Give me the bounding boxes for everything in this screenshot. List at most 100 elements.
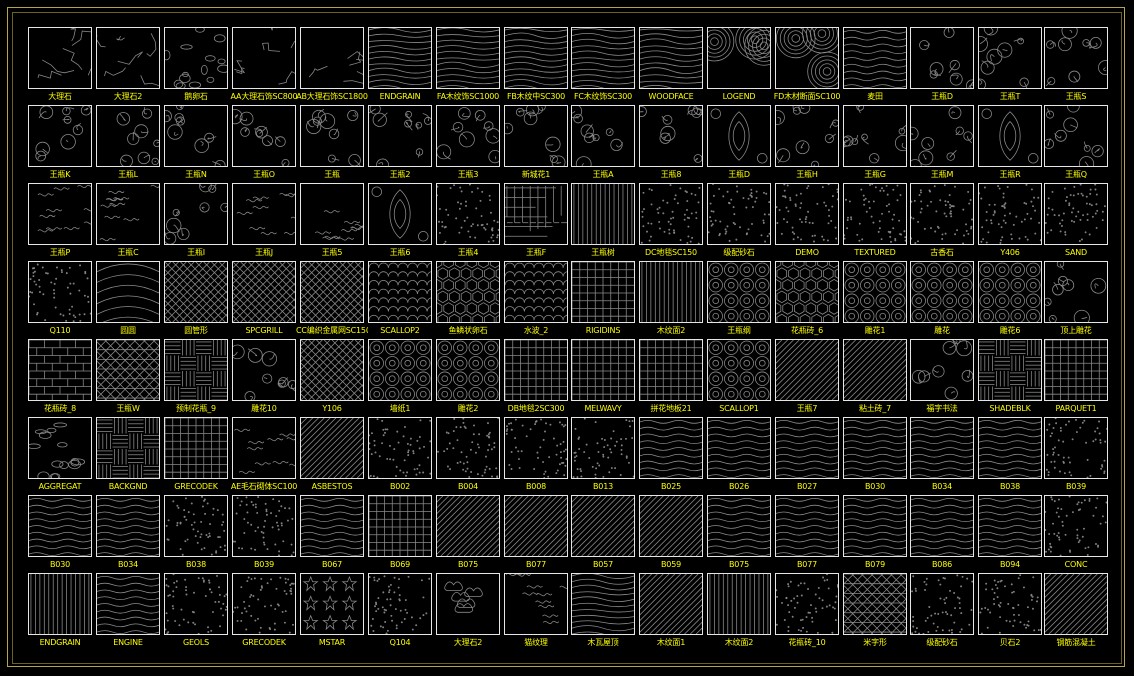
hatch-preview[interactable] [1044, 261, 1108, 323]
hatch-preview[interactable] [775, 27, 839, 89]
hatch-preview[interactable] [1044, 27, 1108, 89]
hatch-tile[interactable]: B034 [909, 417, 975, 493]
hatch-tile[interactable]: 雕花 [909, 261, 975, 337]
hatch-preview[interactable] [96, 573, 160, 635]
hatch-tile[interactable]: B030 [842, 417, 908, 493]
hatch-tile[interactable]: WOODFACE [638, 27, 704, 103]
hatch-preview[interactable] [504, 417, 568, 479]
hatch-preview[interactable] [504, 495, 568, 557]
hatch-preview[interactable] [910, 417, 974, 479]
hatch-preview[interactable] [910, 27, 974, 89]
hatch-tile[interactable]: 王瓶D [706, 105, 772, 181]
hatch-tile[interactable]: 王瓶4 [435, 183, 501, 259]
hatch-preview[interactable] [368, 27, 432, 89]
hatch-preview[interactable] [843, 105, 907, 167]
hatch-preview[interactable] [571, 183, 635, 245]
hatch-tile[interactable]: 花瓶砖_8 [27, 339, 93, 415]
hatch-tile[interactable]: CONC [1043, 495, 1109, 571]
hatch-preview[interactable] [843, 27, 907, 89]
hatch-preview[interactable] [368, 417, 432, 479]
hatch-tile[interactable]: 木纹面1 [638, 573, 704, 649]
hatch-tile[interactable]: 王瓶C [95, 183, 161, 259]
hatch-tile[interactable]: 雕花6 [977, 261, 1043, 337]
hatch-tile[interactable]: MSTAR [299, 573, 365, 649]
hatch-tile[interactable]: 米字形 [842, 573, 908, 649]
hatch-tile[interactable]: CC编织金属网SC150 [296, 261, 368, 337]
hatch-tile[interactable]: FA木纹饰SC1000 [435, 27, 501, 103]
hatch-tile[interactable]: B030 [27, 495, 93, 571]
hatch-preview[interactable] [232, 105, 296, 167]
hatch-tile[interactable]: SPCGRILL [231, 261, 297, 337]
hatch-tile[interactable]: 粘土砖_7 [842, 339, 908, 415]
hatch-preview[interactable] [910, 261, 974, 323]
hatch-preview[interactable] [1044, 183, 1108, 245]
hatch-preview[interactable] [910, 573, 974, 635]
hatch-tile[interactable]: 王瓶T [977, 27, 1043, 103]
hatch-preview[interactable] [639, 261, 703, 323]
hatch-tile[interactable]: 王瓶 [299, 105, 365, 181]
hatch-preview[interactable] [368, 105, 432, 167]
hatch-preview[interactable] [436, 495, 500, 557]
hatch-preview[interactable] [639, 27, 703, 89]
hatch-preview[interactable] [707, 183, 771, 245]
hatch-tile[interactable]: 木纹面2 [706, 573, 772, 649]
hatch-tile[interactable]: 雕花10 [231, 339, 297, 415]
hatch-preview[interactable] [96, 105, 160, 167]
hatch-preview[interactable] [571, 417, 635, 479]
hatch-tile[interactable]: 王瓶D [909, 27, 975, 103]
hatch-tile[interactable]: GRECODEK [231, 573, 297, 649]
hatch-preview[interactable] [707, 261, 771, 323]
hatch-preview[interactable] [232, 27, 296, 89]
hatch-preview[interactable] [232, 261, 296, 323]
hatch-tile[interactable]: 王瓶纲 [706, 261, 772, 337]
hatch-preview[interactable] [300, 417, 364, 479]
hatch-tile[interactable]: B075 [435, 495, 501, 571]
hatch-tile[interactable]: FB木纹中SC300 [503, 27, 569, 103]
hatch-preview[interactable] [707, 417, 771, 479]
hatch-tile[interactable]: B069 [367, 495, 433, 571]
hatch-preview[interactable] [436, 105, 500, 167]
hatch-tile[interactable]: 王瓶7 [774, 339, 840, 415]
hatch-preview[interactable] [639, 573, 703, 635]
hatch-tile[interactable]: 新城花1 [503, 105, 569, 181]
hatch-tile[interactable]: B079 [842, 495, 908, 571]
hatch-tile[interactable]: Q110 [27, 261, 93, 337]
hatch-preview[interactable] [504, 183, 568, 245]
hatch-preview[interactable] [707, 495, 771, 557]
hatch-tile[interactable]: 水波_2 [503, 261, 569, 337]
hatch-preview[interactable] [775, 573, 839, 635]
hatch-tile[interactable]: 雕花2 [435, 339, 501, 415]
hatch-tile[interactable]: 圆圆 [95, 261, 161, 337]
hatch-tile[interactable]: 王瓶J [231, 183, 297, 259]
hatch-tile[interactable]: 王瓶8 [638, 105, 704, 181]
hatch-preview[interactable] [28, 417, 92, 479]
hatch-preview[interactable] [571, 339, 635, 401]
hatch-preview[interactable] [1044, 339, 1108, 401]
hatch-preview[interactable] [978, 105, 1042, 167]
hatch-tile[interactable]: MELWAVY [570, 339, 636, 415]
hatch-preview[interactable] [300, 573, 364, 635]
hatch-tile[interactable]: 王瓶F [503, 183, 569, 259]
hatch-preview[interactable] [707, 339, 771, 401]
hatch-preview[interactable] [164, 417, 228, 479]
hatch-tile[interactable]: SAND [1043, 183, 1109, 259]
hatch-preview[interactable] [300, 27, 364, 89]
hatch-preview[interactable] [96, 261, 160, 323]
hatch-tile[interactable]: 预制花瓶_9 [163, 339, 229, 415]
hatch-tile[interactable]: 王瓶W [95, 339, 161, 415]
hatch-preview[interactable] [910, 495, 974, 557]
hatch-tile[interactable]: AB大理石饰SC1800 [296, 27, 368, 103]
hatch-preview[interactable] [300, 105, 364, 167]
hatch-tile[interactable]: 古香石 [909, 183, 975, 259]
hatch-preview[interactable] [300, 339, 364, 401]
hatch-preview[interactable] [843, 495, 907, 557]
hatch-preview[interactable] [96, 27, 160, 89]
hatch-preview[interactable] [843, 339, 907, 401]
hatch-tile[interactable]: 福字书法 [909, 339, 975, 415]
hatch-tile[interactable]: B027 [774, 417, 840, 493]
hatch-tile[interactable]: 王瓶H [774, 105, 840, 181]
hatch-tile[interactable]: AA大理石饰SC800 [231, 27, 298, 103]
hatch-preview[interactable] [28, 183, 92, 245]
hatch-preview[interactable] [96, 495, 160, 557]
hatch-tile[interactable]: 鹅卵石 [163, 27, 229, 103]
